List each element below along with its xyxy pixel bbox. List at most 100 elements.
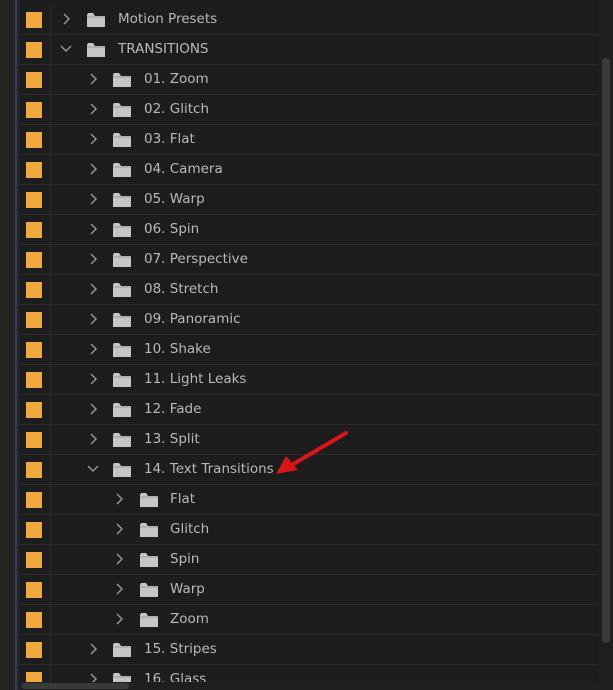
label-column (19, 95, 51, 124)
bin-name: Flat (170, 491, 196, 507)
annotation-arrow-icon (276, 431, 348, 474)
tree-row[interactable]: Zoom (19, 605, 599, 635)
vertical-scrollbar[interactable] (599, 0, 613, 690)
label-column (19, 35, 51, 64)
chevron-right-icon[interactable] (87, 342, 99, 356)
bin-name: 10. Shake (144, 341, 211, 357)
chevron-right-icon[interactable] (87, 402, 99, 416)
chevron-right-icon[interactable] (60, 12, 72, 26)
label-color-swatch[interactable] (26, 222, 42, 238)
chevron-right-icon[interactable] (113, 612, 125, 626)
horizontal-scrollbar-thumb[interactable] (21, 683, 129, 689)
tree-row[interactable]: 03. Flat (19, 125, 599, 155)
chevron-right-icon[interactable] (113, 582, 125, 596)
label-column (19, 5, 51, 34)
bin-name: 08. Stretch (144, 281, 219, 297)
tree-row[interactable]: Motion Presets (19, 5, 599, 35)
label-color-swatch[interactable] (26, 102, 42, 118)
tree-row[interactable]: 02. Glitch (19, 95, 599, 125)
label-color-swatch[interactable] (26, 12, 42, 28)
folder-icon (113, 403, 131, 417)
bin-name: Warp (170, 581, 205, 597)
label-column (19, 275, 51, 304)
label-column (19, 545, 51, 574)
label-column (19, 485, 51, 514)
bin-tree: Motion Presets TRANSITIONS 01. Zoom 02. Gli… (19, 5, 599, 690)
chevron-right-icon[interactable] (87, 162, 99, 176)
chevron-right-icon[interactable] (87, 72, 99, 86)
chevron-right-icon[interactable] (113, 552, 125, 566)
tree-row[interactable]: 15. Stripes (19, 635, 599, 665)
folder-icon (113, 73, 131, 87)
label-column (19, 65, 51, 94)
tree-row[interactable]: 04. Camera (19, 155, 599, 185)
bin-name: Glitch (170, 521, 210, 537)
label-color-swatch[interactable] (26, 522, 42, 538)
chevron-right-icon[interactable] (87, 252, 99, 266)
label-color-swatch[interactable] (26, 492, 42, 508)
bin-name: 15. Stripes (144, 641, 217, 657)
tree-row[interactable]: 10. Shake (19, 335, 599, 365)
tree-row[interactable]: 09. Panoramic (19, 305, 599, 335)
vertical-scrollbar-thumb[interactable] (602, 58, 610, 643)
chevron-right-icon[interactable] (87, 432, 99, 446)
folder-icon (87, 43, 105, 57)
tree-row[interactable]: 12. Fade (19, 395, 599, 425)
label-color-swatch[interactable] (26, 402, 42, 418)
chevron-right-icon[interactable] (87, 132, 99, 146)
chevron-right-icon[interactable] (87, 642, 99, 656)
label-color-swatch[interactable] (26, 72, 42, 88)
chevron-right-icon[interactable] (87, 282, 99, 296)
chevron-right-icon[interactable] (87, 222, 99, 236)
folder-icon (113, 133, 131, 147)
label-color-swatch[interactable] (26, 552, 42, 568)
label-color-swatch[interactable] (26, 162, 42, 178)
chevron-down-icon[interactable] (60, 42, 72, 56)
label-color-swatch[interactable] (26, 582, 42, 598)
folder-icon (113, 343, 131, 357)
tree-row[interactable]: 07. Perspective (19, 245, 599, 275)
tree-row[interactable]: 01. Zoom (19, 65, 599, 95)
tree-row[interactable]: 11. Light Leaks (19, 365, 599, 395)
tree-row[interactable]: Flat (19, 485, 599, 515)
label-color-swatch[interactable] (26, 462, 42, 478)
folder-icon (113, 643, 131, 657)
label-column (19, 215, 51, 244)
chevron-right-icon[interactable] (87, 312, 99, 326)
bin-name: 05. Warp (144, 191, 205, 207)
chevron-right-icon[interactable] (87, 192, 99, 206)
chevron-right-icon[interactable] (87, 372, 99, 386)
label-color-swatch[interactable] (26, 372, 42, 388)
tree-row[interactable]: Warp (19, 575, 599, 605)
label-color-swatch[interactable] (26, 642, 42, 658)
tree-row[interactable]: 06. Spin (19, 215, 599, 245)
tree-row[interactable]: 05. Warp (19, 185, 599, 215)
chevron-right-icon[interactable] (113, 522, 125, 536)
horizontal-scrollbar[interactable] (19, 682, 599, 690)
tree-row[interactable]: 08. Stretch (19, 275, 599, 305)
bin-name: 06. Spin (144, 221, 200, 237)
label-column (19, 125, 51, 154)
label-color-swatch[interactable] (26, 342, 42, 358)
label-color-swatch[interactable] (26, 432, 42, 448)
label-color-swatch[interactable] (26, 252, 42, 268)
chevron-right-icon[interactable] (87, 102, 99, 116)
label-color-swatch[interactable] (26, 42, 42, 58)
chevron-right-icon[interactable] (113, 492, 125, 506)
folder-icon (113, 433, 131, 447)
folder-icon (140, 553, 158, 567)
label-column (19, 335, 51, 364)
label-color-swatch[interactable] (26, 312, 42, 328)
label-color-swatch[interactable] (26, 132, 42, 148)
tree-row[interactable]: Spin (19, 545, 599, 575)
label-column (19, 365, 51, 394)
tree-row[interactable]: TRANSITIONS (19, 35, 599, 65)
chevron-down-icon[interactable] (87, 462, 99, 476)
label-column (19, 425, 51, 454)
label-color-swatch[interactable] (26, 192, 42, 208)
label-color-swatch[interactable] (26, 282, 42, 298)
label-column (19, 455, 51, 484)
folder-icon (113, 313, 131, 327)
tree-row[interactable]: Glitch (19, 515, 599, 545)
label-color-swatch[interactable] (26, 612, 42, 628)
